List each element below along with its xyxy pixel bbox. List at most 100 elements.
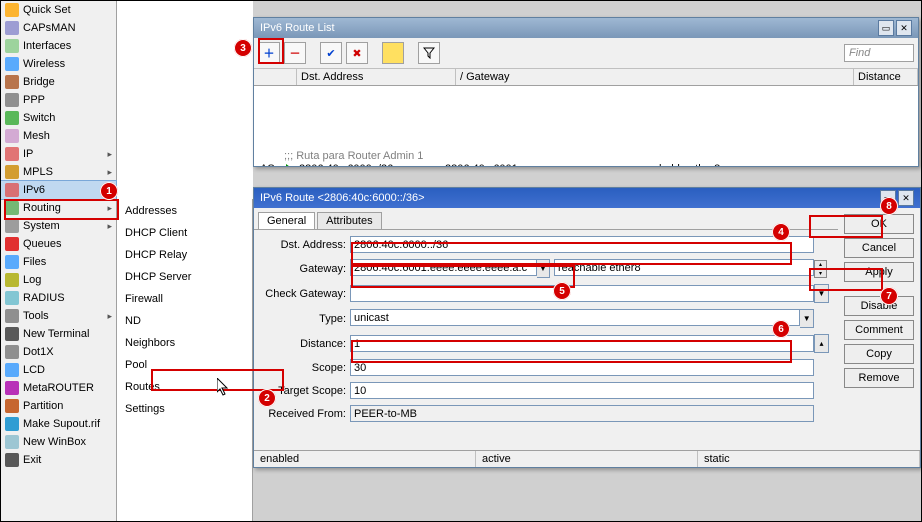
main-menu-item[interactable]: MetaROUTER [1, 379, 116, 397]
main-menu-item[interactable]: System▸ [1, 217, 116, 235]
submenu-arrow-icon: ▸ [107, 311, 112, 322]
copy-button[interactable]: Copy [844, 344, 914, 364]
main-menu-item[interactable]: IP▸ [1, 145, 116, 163]
status-enabled: enabled [254, 451, 476, 467]
route-detail-titlebar[interactable]: IPv6 Route <2806:40c:6000::/36> ▭ ✕ [254, 188, 920, 208]
window-close-icon[interactable]: ✕ [898, 190, 914, 206]
main-menu-item[interactable]: CAPsMAN [1, 19, 116, 37]
target-scope-input[interactable] [350, 382, 814, 399]
tab-general[interactable]: General [258, 212, 315, 229]
menu-icon [5, 3, 19, 17]
find-input[interactable]: Find [844, 44, 914, 62]
menu-icon [5, 75, 19, 89]
main-menu-item[interactable]: Wireless [1, 55, 116, 73]
gateway-dropdown-icon[interactable]: ▼ [537, 259, 550, 278]
submenu-item[interactable]: DHCP Relay [117, 247, 252, 269]
received-from-label: Received From: [260, 408, 350, 420]
submenu-item[interactable]: DHCP Server [117, 269, 252, 291]
enable-button[interactable]: ✔ [320, 42, 342, 64]
submenu-item[interactable]: Settings [117, 401, 252, 423]
filter-button[interactable] [418, 42, 440, 64]
route-gw: 2806:40c:6001:eeee:eeee:eeee:a:cccc reac… [445, 163, 720, 166]
type-input[interactable] [350, 309, 800, 326]
menu-icon [5, 219, 19, 233]
menu-icon [5, 309, 19, 323]
main-menu-item[interactable]: PPP [1, 91, 116, 109]
workspace: IPv6 Route List ▭ ✕ ＋ － ✔ ✖ Find [253, 1, 921, 521]
menu-label: System [23, 220, 60, 232]
main-menu-item[interactable]: Dot1X [1, 343, 116, 361]
menu-icon [5, 237, 19, 251]
submenu-item[interactable]: Addresses [117, 203, 252, 225]
main-menu-item[interactable]: Tools▸ [1, 307, 116, 325]
col-dst[interactable]: Dst. Address [297, 69, 456, 85]
menu-icon [5, 399, 19, 413]
submenu-item[interactable]: DHCP Client [117, 225, 252, 247]
dst-address-input[interactable] [350, 236, 814, 253]
menu-icon [5, 363, 19, 377]
col-dist[interactable]: Distance [854, 69, 918, 85]
main-menu-item[interactable]: RADIUS [1, 289, 116, 307]
gateway-label: Gateway: [260, 263, 350, 275]
add-button[interactable]: ＋ [258, 42, 280, 64]
cursor-icon [217, 378, 231, 396]
check-gateway-dropdown-icon[interactable]: ▼ [814, 284, 829, 303]
main-menu-item[interactable]: LCD [1, 361, 116, 379]
menu-label: New Terminal [23, 328, 89, 340]
main-menu-item[interactable]: MPLS▸ [1, 163, 116, 181]
main-menu-item[interactable]: Exit [1, 451, 116, 469]
menu-label: MetaROUTER [23, 382, 94, 394]
menu-icon [5, 381, 19, 395]
main-menu-item[interactable]: Routing▸ [1, 199, 116, 217]
route-row[interactable]: AS 2806:40c:6000::/36 2806:40c:6001:eeee… [254, 162, 918, 166]
scope-input[interactable] [350, 359, 814, 376]
gateway-input[interactable] [350, 259, 537, 276]
window-close-icon[interactable]: ✕ [896, 20, 912, 36]
remove-button[interactable]: － [284, 42, 306, 64]
main-menu-item[interactable]: Log [1, 271, 116, 289]
status-active: active [476, 451, 698, 467]
main-menu-item[interactable]: Files [1, 253, 116, 271]
menu-label: Files [23, 256, 46, 268]
menu-label: Log [23, 274, 41, 286]
submenu-item[interactable]: Routes [117, 379, 252, 401]
main-menu-item[interactable]: Queues [1, 235, 116, 253]
comment-button[interactable] [382, 42, 404, 64]
cancel-button[interactable]: Cancel [844, 238, 914, 258]
main-menu-item[interactable]: Quick Set [1, 1, 116, 19]
ok-button[interactable]: OK [844, 214, 914, 234]
main-menu-item[interactable]: Switch [1, 109, 116, 127]
disable-button[interactable]: ✖ [346, 42, 368, 64]
disable-button[interactable]: Disable [844, 296, 914, 316]
main-menu-item[interactable]: Partition [1, 397, 116, 415]
received-from [350, 405, 814, 422]
menu-label: Queues [23, 238, 62, 250]
distance-expand-icon[interactable]: ▴ [814, 334, 829, 353]
submenu-item[interactable]: ND [117, 313, 252, 335]
grid-body[interactable]: ;;; Ruta para Router Admin 1 AS 2806:40c… [254, 86, 918, 166]
main-menu-item[interactable]: Interfaces [1, 37, 116, 55]
check-gateway-input[interactable] [350, 285, 814, 302]
window-titlebar[interactable]: IPv6 Route List ▭ ✕ [254, 18, 918, 38]
type-dropdown-icon[interactable]: ▼ [800, 309, 814, 328]
submenu-item[interactable]: Firewall [117, 291, 252, 313]
main-menu-item[interactable]: Make Supout.rif [1, 415, 116, 433]
distance-input[interactable] [350, 335, 814, 352]
main-menu-item[interactable]: Mesh [1, 127, 116, 145]
main-menu-item[interactable]: Bridge [1, 73, 116, 91]
tab-attributes[interactable]: Attributes [317, 212, 381, 229]
main-menu-item[interactable]: New Terminal [1, 325, 116, 343]
menu-icon [5, 21, 19, 35]
window-title: IPv6 Route <2806:40c:6000::/36> [260, 192, 425, 204]
submenu-item[interactable]: Neighbors [117, 335, 252, 357]
submenu-arrow-icon: ▸ [107, 167, 112, 178]
window-min-icon[interactable]: ▭ [878, 20, 894, 36]
submenu-item[interactable]: Pool [117, 357, 252, 379]
gateway-stepper[interactable]: ▴▾ [814, 260, 827, 277]
main-menu-item[interactable]: New WinBox [1, 433, 116, 451]
apply-button[interactable]: Apply [844, 262, 914, 282]
route-flags: AS [260, 163, 280, 166]
remove-button[interactable]: Remove [844, 368, 914, 388]
col-gw[interactable]: / Gateway [456, 69, 854, 85]
comment-button[interactable]: Comment [844, 320, 914, 340]
